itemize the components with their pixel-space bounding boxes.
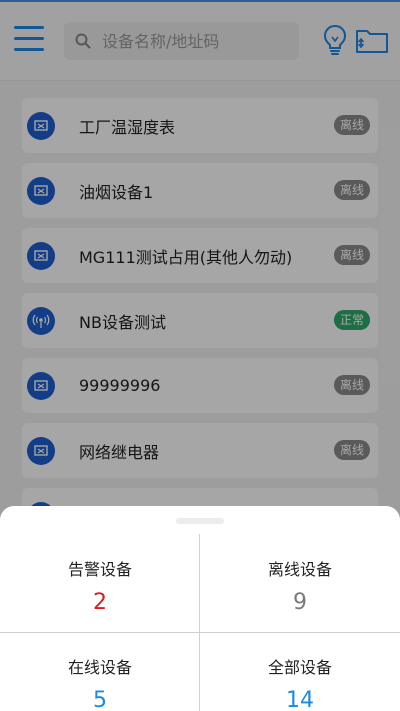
sheet-handle[interactable] (176, 518, 224, 524)
offline-devices-count: 9 (293, 590, 307, 615)
alarm-devices-label: 告警设备 (67, 560, 132, 579)
all-devices-count: 14 (286, 688, 314, 711)
online-devices-label: 在线设备 (67, 658, 132, 677)
offline-devices-label: 离线设备 (267, 560, 332, 579)
online-devices-cell[interactable]: 在线设备 5 (0, 654, 200, 711)
device-summary-sheet: 告警设备 2 离线设备 9 在线设备 5 全部设备 14 (0, 506, 400, 711)
all-devices-label: 全部设备 (267, 658, 332, 677)
alarm-devices-cell[interactable]: 告警设备 2 (0, 556, 200, 615)
horizontal-divider (0, 632, 400, 633)
alarm-devices-count: 2 (93, 590, 107, 615)
all-devices-cell[interactable]: 全部设备 14 (200, 654, 400, 711)
offline-devices-cell[interactable]: 离线设备 9 (200, 556, 400, 615)
online-devices-count: 5 (93, 688, 107, 711)
